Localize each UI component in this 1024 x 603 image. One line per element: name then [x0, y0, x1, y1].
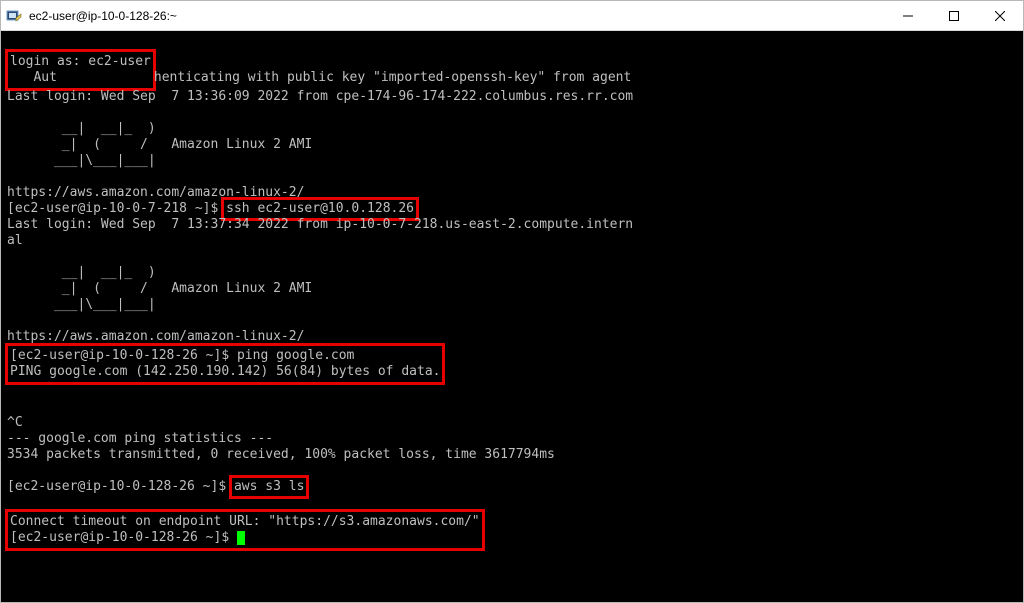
- blank: [7, 399, 15, 414]
- putty-icon: [1, 8, 27, 24]
- blank: [7, 495, 15, 510]
- last-login-2: Last login: Wed Sep 7 13:37:34 2022 from…: [7, 217, 633, 232]
- prompt-aws: [ec2-user@ip-10-0-128-26 ~]$ aws s3 ls: [7, 479, 304, 494]
- blank: [7, 313, 15, 328]
- maximize-button[interactable]: [931, 1, 977, 31]
- window-title: ec2-user@ip-10-0-128-26:~: [27, 9, 885, 23]
- highlight-aws-cmd: aws s3 ls: [232, 478, 306, 496]
- cursor: [237, 531, 245, 545]
- minimize-button[interactable]: [885, 1, 931, 31]
- titlebar[interactable]: ec2-user@ip-10-0-128-26:~: [1, 1, 1023, 31]
- prompt3-prefix: [ec2-user@ip-10-0-128-26 ~]$: [7, 479, 234, 494]
- highlight-ssh-cmd: ssh ec2-user@10.0.128.26: [224, 200, 416, 218]
- blank: [7, 463, 15, 478]
- ctrl-c: ^C: [7, 415, 23, 430]
- highlight-timeout: Connect timeout on endpoint URL: "https:…: [5, 509, 485, 551]
- last-login-1: Last login: Wed Sep 7 13:36:09 2022 from…: [7, 89, 633, 104]
- ping-header: PING google.com (142.250.190.142) 56(84)…: [10, 364, 440, 379]
- prompt-ping: [ec2-user@ip-10-0-128-26 ~]$ ping google…: [10, 348, 354, 363]
- stats-line: 3534 packets transmitted, 0 received, 10…: [7, 447, 555, 462]
- blank: [7, 249, 15, 264]
- al-wrap: al: [7, 233, 23, 248]
- ascii2-l2: _| ( / Amazon Linux 2 AMI: [7, 281, 312, 296]
- ascii2-l3: ___|\___|___|: [7, 297, 156, 312]
- url1: https://aws.amazon.com/amazon-linux-2/: [7, 185, 304, 200]
- blank: [7, 169, 15, 184]
- prompt4-text: [ec2-user@ip-10-0-128-26 ~]$: [10, 530, 237, 545]
- url2: https://aws.amazon.com/amazon-linux-2/: [7, 329, 304, 344]
- auth-line-b: henticating with public key "imported-op…: [154, 70, 631, 85]
- timeout-line: Connect timeout on endpoint URL: "https:…: [10, 514, 480, 529]
- prompt-ssh: [ec2-user@ip-10-0-7-218 ~]$ ssh ec2-user…: [7, 201, 414, 216]
- terminal[interactable]: login as: ec2-user Authenticating with p…: [1, 31, 1023, 602]
- ascii1-l1: __| __|_ ): [7, 121, 156, 136]
- blank: [7, 383, 15, 398]
- ascii1-l2: _| ( / Amazon Linux 2 AMI: [7, 137, 312, 152]
- stats-hdr: --- google.com ping statistics ---: [7, 431, 273, 446]
- close-button[interactable]: [977, 1, 1023, 31]
- highlight-login: login as: ec2-user Aut: [5, 49, 156, 91]
- login-line: login as: ec2-user: [10, 54, 151, 69]
- auth-line-a: Aut: [10, 70, 57, 85]
- ascii1-l3: ___|\___|___|: [7, 153, 156, 168]
- prompt4: [ec2-user@ip-10-0-128-26 ~]$: [10, 530, 245, 545]
- putty-window: ec2-user@ip-10-0-128-26:~ login as: ec2-…: [0, 0, 1024, 603]
- highlight-ping: [ec2-user@ip-10-0-128-26 ~]$ ping google…: [5, 343, 445, 385]
- ascii2-l1: __| __|_ ): [7, 265, 156, 280]
- blank: [7, 105, 15, 120]
- prompt1-prefix: [ec2-user@ip-10-0-7-218 ~]$: [7, 201, 226, 216]
